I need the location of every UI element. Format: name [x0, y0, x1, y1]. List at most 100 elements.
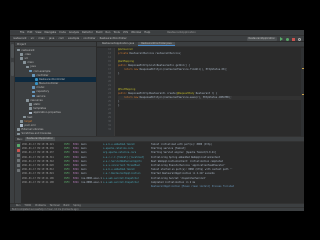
editor-tab[interactable]: RestaurantController.java [138, 42, 175, 46]
package-icon [32, 90, 35, 94]
code-token: @PostMapping [118, 88, 136, 91]
line-number-gutter: 12 13 14 15 16 17 18 19 20 21 22 23 24 25 26 27 28 29 30 31… [97, 48, 115, 136]
log-logger [103, 185, 151, 189]
status-message: Build completed successfully in 3 sec, 1… [12, 208, 79, 211]
tree-node-label: target [24, 119, 33, 123]
folder-icon [17, 132, 20, 136]
code-token: ResponseEntity<>(restaurantService.findA… [139, 68, 228, 71]
code-token: public [118, 92, 129, 95]
code-token: return new [118, 96, 140, 99]
code-area[interactable]: @Autowired private RestaurantService rest… [118, 48, 304, 136]
editor-tab[interactable]: RestaurantApplication.java [99, 42, 138, 46]
tree-node-label: templates [33, 107, 47, 111]
file-icon [20, 124, 23, 127]
debug-icon[interactable] [286, 37, 289, 41]
tree-node-label: java [30, 65, 36, 69]
folder-icon [26, 65, 29, 69]
run-window-title: Run: [17, 137, 23, 141]
trash-icon[interactable] [16, 169, 20, 172]
project-tree: restaurant .idea src main java com.example con… [15, 47, 96, 136]
breadcrumb-item[interactable]: restaurant [13, 37, 27, 40]
stop-icon[interactable] [292, 37, 295, 41]
editor-tabs: RestaurantApplication.java RestaurantCont… [97, 42, 304, 47]
tree-node-label: main [27, 61, 34, 65]
class-icon [35, 82, 38, 85]
tree-node-label: test [27, 115, 33, 119]
tree-node-label: com.example [33, 69, 51, 73]
tree-node-label: External Libraries [21, 128, 44, 132]
breadcrumb-item[interactable]: main [38, 37, 44, 40]
run-tool-window: Run: RestaurantApplication 2021-01-17 09… [15, 136, 304, 203]
breadcrumb-separator: › [35, 37, 37, 40]
code-token: ResponseEntity<Restaurant> create( [128, 92, 178, 95]
breadcrumb-separator: › [97, 37, 99, 40]
code-token: } [118, 72, 120, 75]
code-token: ResponseEntity<List<Restaurant>> getAll(… [128, 64, 190, 67]
warning-marker[interactable] [301, 68, 304, 69]
print-icon[interactable] [16, 164, 20, 167]
run-icon[interactable] [280, 37, 283, 41]
breadcrumb-item[interactable]: java [49, 37, 54, 40]
package-icon [32, 94, 35, 98]
breadcrumb-item[interactable]: src [31, 37, 35, 40]
ide-window: File Edit View Navigate Code Analyze Refactor B… [10, 30, 304, 211]
breadcrumb-separator: › [46, 37, 48, 40]
folder-icon [29, 103, 32, 106]
tree-node-label: restaurant [21, 48, 35, 52]
breadcrumb: restaurant › src › main › java › com › example › con… [13, 37, 127, 40]
folder-icon [17, 48, 20, 52]
folder-icon [23, 115, 26, 119]
run-window-tab[interactable]: RestaurantApplication [24, 137, 56, 141]
console-output[interactable]: 2021-01-17 09:15:38.221 INFO 8324 main o.s.b… [22, 143, 304, 203]
code-token: @Autowired [118, 48, 133, 51]
folder-icon [20, 119, 23, 123]
log-thread [81, 185, 103, 189]
breadcrumb-separator: › [65, 37, 67, 40]
code-token: } [118, 100, 120, 103]
structure-tool-tab[interactable] [11, 62, 14, 76]
tree-node-label: resources [30, 98, 43, 102]
navigation-bar: restaurant › src › main › java › com › example › con… [10, 35, 304, 42]
code-token: Restaurant r) { [195, 92, 218, 95]
project-panel-title: Project [17, 42, 26, 46]
tree-node-label: src [24, 56, 29, 60]
folder-icon [17, 128, 20, 131]
log-level [64, 185, 73, 189]
code-token: private [118, 52, 130, 55]
breadcrumb-item[interactable]: example [68, 37, 79, 40]
folder-icon [20, 52, 23, 56]
run-window-toolbar [15, 142, 21, 203]
class-icon [35, 78, 38, 81]
folder-icon [26, 99, 29, 102]
folder-icon [23, 61, 26, 64]
warning-marker[interactable] [301, 94, 304, 95]
breadcrumb-item[interactable]: RestaurantController [100, 37, 127, 40]
code-token: @GetMapping [118, 60, 134, 63]
breadcrumb-item[interactable]: com [58, 37, 64, 40]
tree-node-label: service [36, 94, 46, 98]
run-configuration-select[interactable]: RestaurantApplication [246, 37, 277, 41]
error-stripe[interactable] [301, 48, 304, 136]
breadcrumb-separator: › [28, 37, 30, 40]
log-message: RestaurantApplication [Maven clean insta… [151, 184, 234, 188]
video-frame: File Edit View Navigate Code Analyze Refactor B… [0, 0, 320, 240]
folder-icon [29, 107, 32, 111]
restore-layout-icon[interactable] [16, 154, 20, 157]
code-token: return new [118, 68, 140, 71]
stop-icon[interactable] [16, 149, 20, 152]
folder-icon [20, 57, 23, 60]
code-token: } [118, 104, 120, 107]
scroll-to-end-icon[interactable] [16, 159, 20, 162]
code-editor: RestaurantApplication.java RestaurantCont… [97, 42, 304, 136]
package-icon [32, 86, 35, 90]
rerun-icon[interactable] [16, 144, 20, 147]
project-tool-tab[interactable] [11, 44, 14, 58]
tree-node-label: MenuController [39, 82, 59, 86]
breadcrumb-item[interactable]: controller [83, 37, 95, 40]
log-timestamp [22, 185, 64, 189]
file-icon [29, 111, 32, 115]
search-icon[interactable] [298, 37, 301, 41]
log-pid [73, 185, 81, 189]
line-number: 32 [108, 128, 111, 131]
